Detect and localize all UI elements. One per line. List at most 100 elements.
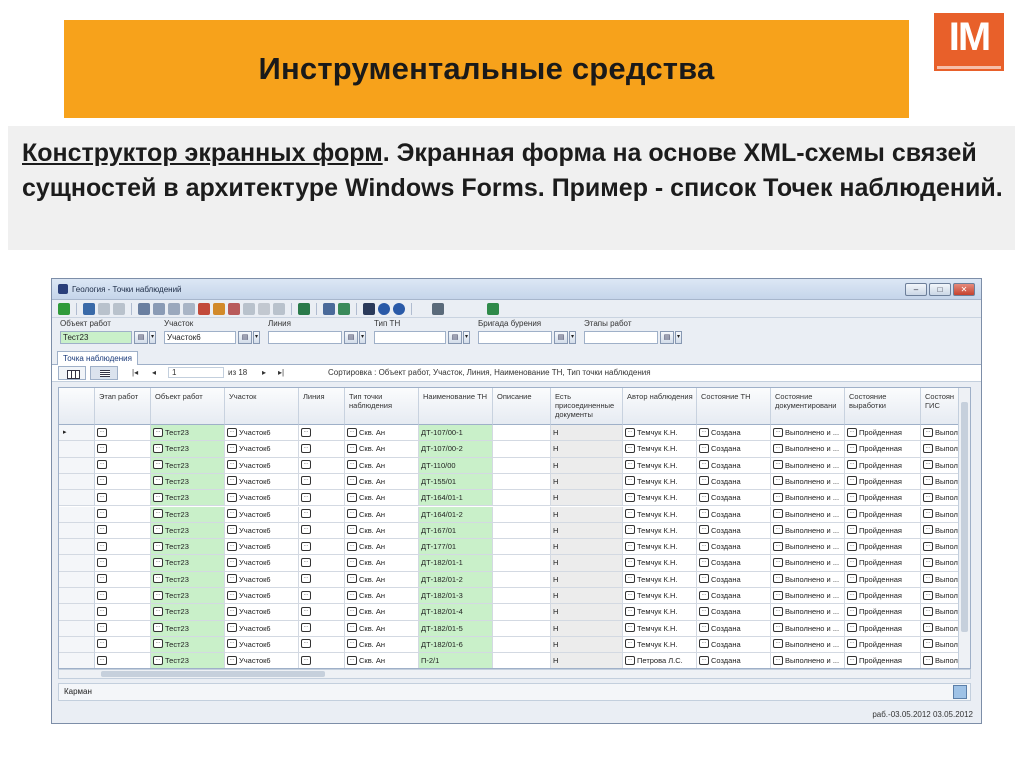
lookup-button-icon[interactable]: ...	[97, 623, 107, 633]
lookup-button-icon[interactable]: ...	[699, 541, 709, 551]
grid-cell[interactable]: ... Создана	[697, 588, 771, 605]
grid-cell[interactable]: ... Скв. Ан	[345, 539, 419, 556]
grid-cell[interactable]: ... Скв. Ан	[345, 555, 419, 572]
grid-cell[interactable]: ДТ-155/01	[419, 473, 493, 491]
lookup-button-icon[interactable]: ...	[625, 639, 635, 649]
grid-cell[interactable]: ... Выполнено и ...	[771, 604, 845, 621]
lookup-button-icon[interactable]: ...	[699, 606, 709, 616]
grid-cell[interactable]: Н	[551, 441, 623, 458]
grid-cell[interactable]: ... Участок6	[225, 604, 299, 621]
grid-cell[interactable]: Н	[551, 506, 623, 523]
filter-stages-input[interactable]	[584, 331, 658, 344]
grid-cell[interactable]: ... Создана	[697, 457, 771, 474]
lookup-button-icon[interactable]: ...	[153, 509, 163, 519]
filter-point-type-dropdown[interactable]: ▾	[463, 331, 470, 344]
lookup-button-icon[interactable]: ...	[847, 541, 857, 551]
grid-cell[interactable]: ДТ-182/01-5	[419, 620, 493, 637]
grid-cell[interactable]: ...	[299, 571, 345, 588]
grid-cell[interactable]: ...	[95, 604, 151, 621]
lookup-button-icon[interactable]: ...	[923, 492, 933, 502]
grid-column-header[interactable]: Состоян ГИС	[921, 388, 961, 425]
lookup-button-icon[interactable]: ...	[347, 443, 357, 453]
grid-cell[interactable]: ... Создана	[697, 522, 771, 540]
grid-cell[interactable]: ... Создана	[697, 506, 771, 523]
lookup-button-icon[interactable]: ...	[301, 460, 311, 470]
grid-cell[interactable]: ... Темчук К.Н.	[623, 425, 697, 442]
lookup-button-icon[interactable]: ...	[347, 606, 357, 616]
lookup-button-icon[interactable]: ...	[153, 639, 163, 649]
vertical-scrollbar-thumb[interactable]	[961, 402, 968, 632]
lookup-button-icon[interactable]: ...	[625, 525, 635, 535]
lookup-button-icon[interactable]: ...	[97, 606, 107, 616]
search-icon[interactable]	[323, 302, 335, 315]
lookup-button-icon[interactable]: ...	[227, 606, 237, 616]
lookup-button-icon[interactable]: ...	[699, 460, 709, 470]
grid-cell[interactable]: ... Выпол	[921, 457, 961, 474]
grid-cell[interactable]: ... Темчук К.Н.	[623, 604, 697, 621]
grid-cell[interactable]: ... Пройденная	[845, 441, 921, 458]
grid-cell[interactable]: ... Темчук К.Н.	[623, 522, 697, 540]
lookup-button-icon[interactable]: ...	[227, 557, 237, 567]
row-selector[interactable]	[59, 636, 95, 654]
lookup-button-icon[interactable]: ...	[227, 427, 237, 437]
grid-cell[interactable]: ... Участок6	[225, 653, 299, 668]
lookup-button-icon[interactable]: ...	[301, 655, 311, 665]
lookup-button-icon[interactable]: ...	[773, 557, 783, 567]
lookup-button-icon[interactable]: ...	[227, 623, 237, 633]
grid-cell[interactable]: ... Создана	[697, 539, 771, 556]
next-page-icon[interactable]: ▸	[262, 368, 266, 377]
grid-cell[interactable]: ... Темчук К.Н.	[623, 490, 697, 507]
grid-cell[interactable]: ... Пройденная	[845, 425, 921, 442]
grid-cell[interactable]: ... Выполнено и ...	[771, 636, 845, 654]
grid-cell[interactable]: ...	[299, 457, 345, 474]
image-icon[interactable]	[198, 302, 210, 315]
lookup-button-icon[interactable]: ...	[773, 541, 783, 551]
grid-view-button[interactable]	[58, 366, 86, 380]
grid-cell[interactable]: ... Участок6	[225, 522, 299, 540]
filter-point-type-button[interactable]: ▤	[448, 331, 462, 344]
grid-cell[interactable]: ... Выполнено и ...	[771, 588, 845, 605]
grid-cell[interactable]: ... Выполнено и ...	[771, 441, 845, 458]
grid-cell[interactable]: ... Тест23	[151, 571, 225, 588]
lookup-button-icon[interactable]: ...	[301, 557, 311, 567]
row-selector[interactable]	[59, 490, 95, 507]
lookup-button-icon[interactable]: ...	[625, 460, 635, 470]
lookup-button-icon[interactable]: ...	[699, 557, 709, 567]
grid-cell[interactable]: ... Выпол	[921, 522, 961, 540]
grid-cell[interactable]: ... Тест23	[151, 473, 225, 491]
lookup-button-icon[interactable]: ...	[97, 509, 107, 519]
grid-column-header[interactable]: Этап работ	[95, 388, 151, 425]
lookup-button-icon[interactable]: ...	[773, 492, 783, 502]
grid-column-header[interactable]: Линия	[299, 388, 345, 425]
vertical-scrollbar[interactable]	[958, 388, 970, 668]
grid-column-header[interactable]: Тип точки наблюдения	[345, 388, 419, 425]
grid-cell[interactable]: ... Тест23	[151, 636, 225, 654]
row-selector[interactable]: ▸	[59, 425, 95, 442]
grid-column-header[interactable]: Описание	[493, 388, 551, 425]
grid-cell[interactable]: ...	[95, 620, 151, 637]
grid-cell[interactable]: ... Участок6	[225, 473, 299, 491]
lookup-button-icon[interactable]: ...	[923, 606, 933, 616]
grid-cell[interactable]: ... Пройденная	[845, 457, 921, 474]
grid-cell[interactable]: ... Выпол	[921, 555, 961, 572]
grid-cell[interactable]: ... Темчук К.Н.	[623, 620, 697, 637]
grid-cell[interactable]: ... Скв. Ан	[345, 571, 419, 588]
lookup-button-icon[interactable]: ...	[923, 623, 933, 633]
grid-cell[interactable]: ... Участок6	[225, 425, 299, 442]
grid-cell[interactable]: ... Выпол	[921, 490, 961, 507]
grid-cell[interactable]: Н	[551, 539, 623, 556]
target-icon[interactable]	[228, 302, 240, 315]
grid-cell[interactable]: ... Темчук К.Н.	[623, 555, 697, 572]
lookup-button-icon[interactable]: ...	[625, 606, 635, 616]
lookup-button-icon[interactable]: ...	[773, 623, 783, 633]
grid-cell[interactable]: ... Пройденная	[845, 490, 921, 507]
grid-cell[interactable]: ...	[95, 473, 151, 491]
row-selector[interactable]	[59, 457, 95, 474]
grid-cell[interactable]: ... Пройденная	[845, 604, 921, 621]
grid-cell[interactable]: Н	[551, 522, 623, 540]
lookup-button-icon[interactable]: ...	[625, 443, 635, 453]
lookup-button-icon[interactable]: ...	[847, 427, 857, 437]
grid-cell[interactable]: ...	[299, 653, 345, 668]
lookup-button-icon[interactable]: ...	[923, 541, 933, 551]
delete-icon[interactable]	[258, 302, 270, 315]
